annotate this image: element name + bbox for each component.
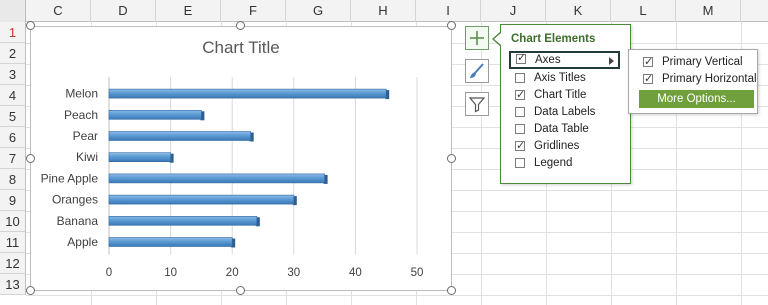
option-gridlines[interactable]: Gridlines (510, 138, 620, 155)
checkbox[interactable] (516, 51, 526, 65)
option-data-table[interactable]: Data Table (510, 121, 620, 138)
column-header-i[interactable]: I (416, 0, 481, 22)
option-data-labels[interactable]: Data Labels (510, 104, 620, 121)
chart-styles-button[interactable] (465, 59, 489, 83)
bar-chart[interactable]: Chart Title 0 10 20 30 40 50 Melon Peach Pear Kiw… (30, 26, 452, 291)
x-tick-label: 40 (349, 267, 362, 279)
bar-banana[interactable] (108, 216, 258, 226)
bar-pine-apple[interactable] (108, 173, 325, 184)
x-tick-label: 30 (287, 267, 300, 279)
option-label: Data Table (534, 123, 589, 135)
resize-handle-middle-right[interactable] (447, 154, 456, 163)
bar-kiwi[interactable] (108, 152, 171, 162)
column-header-c[interactable]: C (26, 0, 91, 22)
resize-handle-bottom-center[interactable] (236, 286, 245, 295)
row-header-6[interactable]: 6 (0, 127, 26, 148)
column-header-f[interactable]: F (221, 0, 286, 22)
flyout-pointer-inner (494, 33, 501, 45)
checkbox[interactable] (515, 158, 525, 168)
column-header-m[interactable]: M (676, 0, 741, 22)
option-label: Data Labels (534, 106, 596, 118)
row-header-11[interactable]: 11 (0, 232, 26, 253)
axes-submenu: Primary Vertical Primary Horizontal More… (628, 49, 758, 114)
bar-oranges[interactable] (108, 194, 295, 205)
row-header-5[interactable]: 5 (0, 106, 26, 127)
category-label: Pine Apple (41, 171, 99, 185)
x-tick-label: 0 (106, 267, 112, 279)
bar-peach[interactable] (108, 110, 202, 120)
option-primary-horizontal[interactable]: Primary Horizontal (639, 71, 757, 88)
resize-handle-top-center[interactable] (236, 21, 245, 30)
x-tick-label: 50 (411, 267, 424, 279)
column-header-d[interactable]: D (91, 0, 156, 22)
row-header-4[interactable]: 4 (0, 85, 26, 106)
select-all-corner[interactable] (0, 0, 26, 22)
option-legend[interactable]: Legend (510, 155, 620, 172)
column-header-k[interactable]: K (546, 0, 611, 22)
filter-icon (468, 97, 486, 113)
column-header-l[interactable]: L (611, 0, 676, 22)
row-header-3[interactable]: 3 (0, 64, 26, 85)
category-label: Pear (73, 129, 98, 143)
row-header-12[interactable]: 12 (0, 253, 26, 274)
gridline (26, 295, 768, 296)
category-label: Banana (57, 214, 99, 228)
resize-handle-bottom-left[interactable] (26, 286, 35, 295)
row-header-10[interactable]: 10 (0, 211, 26, 232)
category-label: Peach (64, 108, 98, 122)
row-header-1[interactable]: 1 (0, 22, 26, 43)
option-label: Legend (534, 157, 573, 169)
chevron-right-icon[interactable] (609, 57, 614, 65)
option-label: Gridlines (534, 140, 580, 152)
row-header-13[interactable]: 13 (0, 274, 26, 295)
more-options-button[interactable]: More Options... (639, 90, 754, 108)
checkbox[interactable] (643, 71, 653, 88)
flyout-title: Chart Elements (511, 33, 596, 45)
bar-apple[interactable] (108, 237, 233, 247)
option-label: Axes (535, 54, 561, 66)
column-header-h[interactable]: H (351, 0, 416, 22)
column-header-j[interactable]: J (481, 0, 546, 22)
chart-elements-flyout: Chart Elements Axes Axis Titles Chart Ti… (500, 24, 631, 184)
category-label: Kiwi (76, 150, 98, 164)
checkbox[interactable] (515, 138, 525, 155)
option-primary-vertical[interactable]: Primary Vertical (639, 54, 757, 71)
checkbox[interactable] (515, 124, 525, 134)
category-label: Oranges (52, 193, 98, 207)
checkbox[interactable] (515, 73, 525, 83)
row-header-2[interactable]: 2 (0, 43, 26, 64)
option-label: Axis Titles (534, 72, 586, 84)
x-tick-label: 10 (164, 267, 177, 279)
brush-icon (470, 63, 484, 78)
x-tick-label: 20 (226, 267, 239, 279)
resize-handle-top-right[interactable] (447, 21, 456, 30)
plus-icon (470, 31, 484, 45)
option-label: Primary Horizontal (662, 73, 757, 85)
bar-melon[interactable] (108, 88, 387, 99)
category-label: Apple (67, 235, 98, 249)
option-label: Chart Title (534, 89, 587, 101)
option-chart-title[interactable]: Chart Title (510, 87, 620, 104)
category-label: Melon (65, 87, 98, 101)
column-header-row: C D E F G H I J K L M (0, 0, 768, 22)
chart-elements-button[interactable] (465, 26, 489, 50)
bar-pear[interactable] (108, 131, 251, 141)
resize-handle-bottom-right[interactable] (447, 286, 456, 295)
option-axes[interactable]: Axes (509, 51, 620, 69)
column-header-g[interactable]: G (286, 0, 351, 22)
checkbox[interactable] (515, 87, 525, 104)
option-axis-titles[interactable]: Axis Titles (510, 70, 620, 87)
chart-plot-area: 0 10 20 30 40 50 Melon Peach Pear Kiwi Pine Apple O… (41, 77, 424, 279)
resize-handle-top-left[interactable] (26, 21, 35, 30)
column-header-e[interactable]: E (156, 0, 221, 22)
checkbox[interactable] (515, 107, 525, 117)
resize-handle-middle-left[interactable] (26, 154, 35, 163)
chart-filters-button[interactable] (465, 92, 489, 116)
row-header-8[interactable]: 8 (0, 169, 26, 190)
row-header-7[interactable]: 7 (0, 148, 26, 169)
row-header-9[interactable]: 9 (0, 190, 26, 211)
option-label: Primary Vertical (662, 56, 743, 68)
checkbox[interactable] (643, 54, 653, 71)
